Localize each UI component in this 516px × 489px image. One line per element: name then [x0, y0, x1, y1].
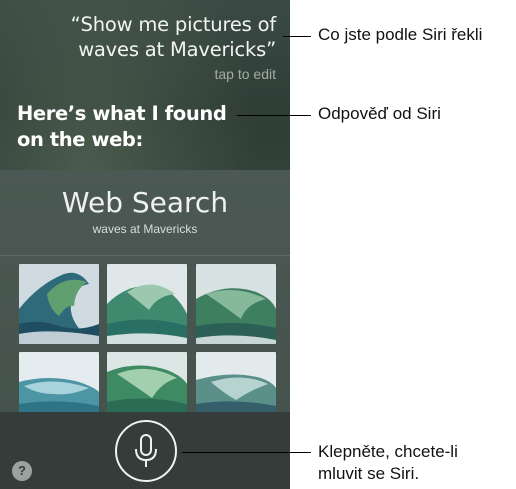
callout-line-mic [182, 452, 311, 453]
card-title: Web Search [61, 186, 229, 219]
wave-image-1[interactable] [19, 264, 99, 344]
callout-line-query [283, 36, 311, 37]
wave-photo-icon [196, 264, 276, 344]
callout-line-response [237, 115, 311, 116]
tap-to-edit-link[interactable]: tap to edit [215, 66, 277, 82]
card-divider [0, 255, 290, 256]
wave-photo-icon [107, 264, 187, 344]
microphone-icon [135, 434, 157, 467]
wave-image-2[interactable] [107, 264, 187, 344]
figure: “Show me pictures of waves at Mavericks”… [0, 0, 516, 489]
siri-response-text: Here’s what I found on the web: [17, 102, 227, 151]
callout-tap-to-speak-line2: mluvit se Siri. [318, 464, 420, 483]
user-query-text[interactable]: “Show me pictures of waves at Mavericks” [16, 12, 277, 62]
card-subtitle: waves at Mavericks [92, 222, 198, 236]
callout-what-you-said: Co jste podle Siri řekli [318, 25, 483, 44]
web-search-card[interactable]: Web Search waves at Mavericks [0, 170, 290, 432]
wave-image-3[interactable] [196, 264, 276, 344]
microphone-button[interactable] [115, 420, 177, 482]
callout-siri-response: Odpověď od Siri [318, 104, 441, 123]
callout-tap-to-speak-line1: Klepněte, chcete-li [318, 442, 458, 461]
siri-screen: “Show me pictures of waves at Mavericks”… [0, 0, 290, 489]
help-button[interactable]: ? [12, 461, 32, 481]
wave-photo-icon [19, 264, 99, 344]
